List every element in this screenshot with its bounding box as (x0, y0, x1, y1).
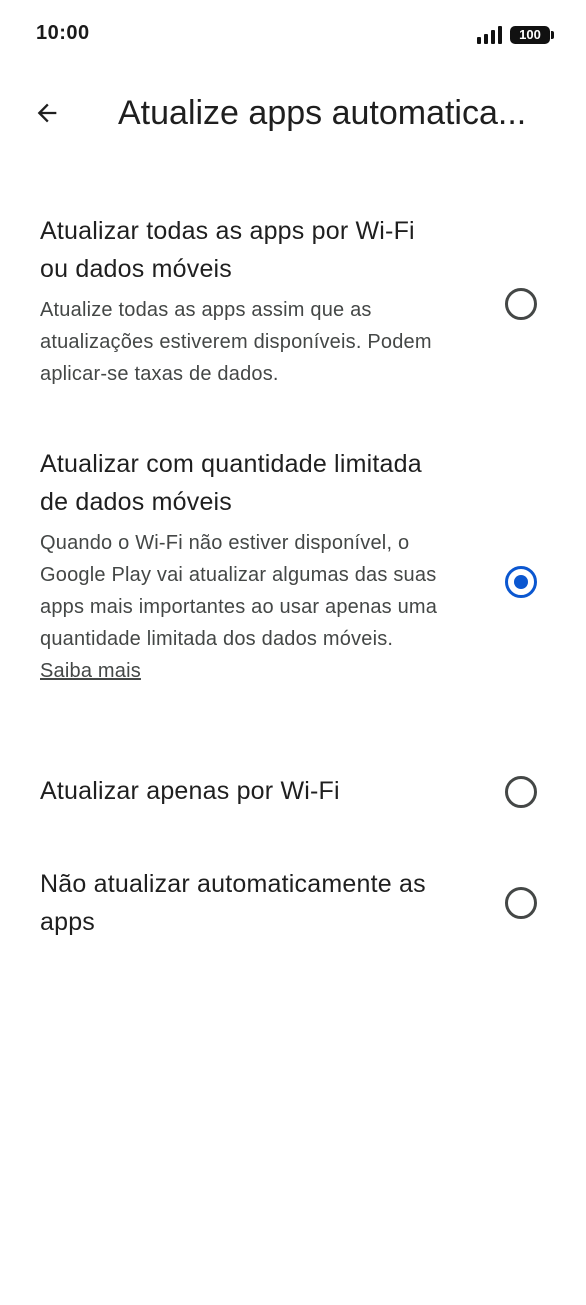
option-text: Atualizar todas as apps por Wi-Fi ou dad… (40, 212, 450, 390)
option-description-text: Quando o Wi-Fi não estiver disponível, o… (40, 532, 438, 650)
app-bar: Atualize apps automatica... (0, 80, 586, 150)
option-text: Atualizar apenas por Wi-Fi (40, 772, 450, 810)
back-button[interactable] (22, 88, 72, 138)
status-bar: 10:00 100 (0, 0, 586, 70)
radio-button[interactable] (505, 776, 537, 808)
option-title: Atualizar com quantidade limitada de dad… (40, 450, 422, 516)
arrow-back-icon (37, 103, 57, 123)
radio-button-selected[interactable] (505, 566, 537, 598)
option-description: Atualize todas as apps assim que as atua… (40, 299, 432, 385)
status-icons: 100 (477, 24, 554, 44)
option-title: Atualizar apenas por Wi-Fi (40, 777, 340, 805)
option-no-auto-update[interactable]: Não atualizar automaticamente as apps (0, 865, 586, 945)
option-update-wifi-or-mobile[interactable]: Atualizar todas as apps por Wi-Fi ou dad… (0, 212, 586, 397)
option-text: Atualizar com quantidade limitada de dad… (40, 445, 450, 687)
signal-icon (477, 26, 502, 44)
option-title: Atualizar todas as apps por Wi-Fi ou dad… (40, 217, 415, 283)
option-text: Não atualizar automaticamente as apps (40, 865, 450, 941)
radio-button[interactable] (505, 887, 537, 919)
learn-more-link[interactable]: Saiba mais (40, 660, 141, 682)
radio-button[interactable] (505, 288, 537, 320)
page-title: Atualize apps automatica... (118, 94, 527, 132)
battery-icon: 100 (510, 26, 554, 44)
status-time: 10:00 (36, 22, 90, 44)
option-description: Quando o Wi-Fi não estiver disponível, o… (40, 527, 450, 687)
option-title: Não atualizar automaticamente as apps (40, 870, 426, 936)
option-update-limited-mobile-data[interactable]: Atualizar com quantidade limitada de dad… (0, 445, 586, 725)
option-update-wifi-only[interactable]: Atualizar apenas por Wi-Fi (0, 772, 586, 812)
